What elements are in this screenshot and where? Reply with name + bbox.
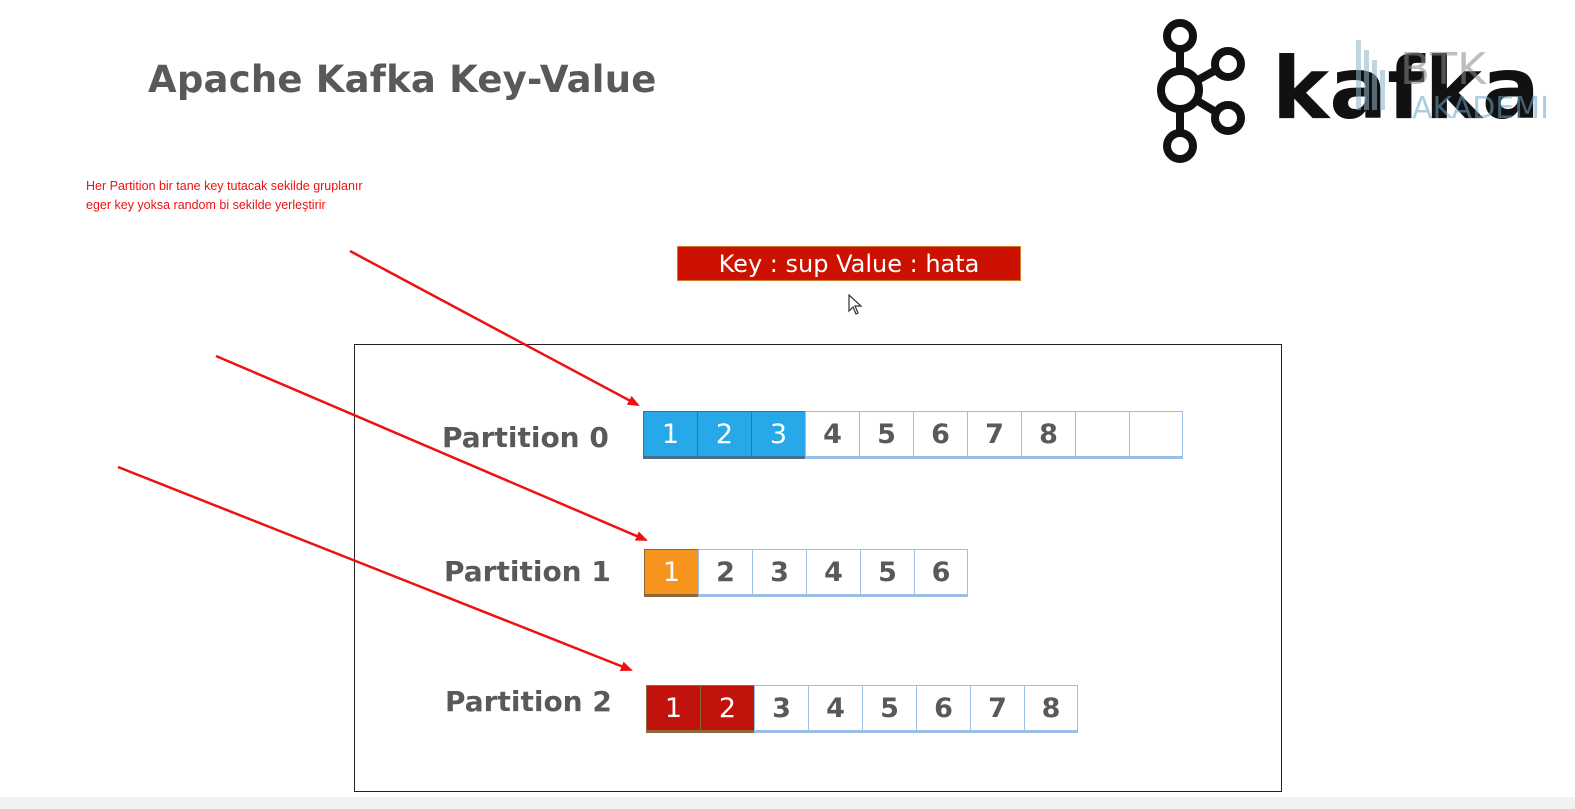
arrow-to-partition-0 bbox=[349, 249, 640, 407]
arrow-to-partition-1 bbox=[215, 354, 648, 542]
bottom-strip bbox=[0, 797, 1575, 809]
annotation-arrows bbox=[117, 249, 648, 672]
arrow-to-partition-2 bbox=[117, 465, 633, 672]
